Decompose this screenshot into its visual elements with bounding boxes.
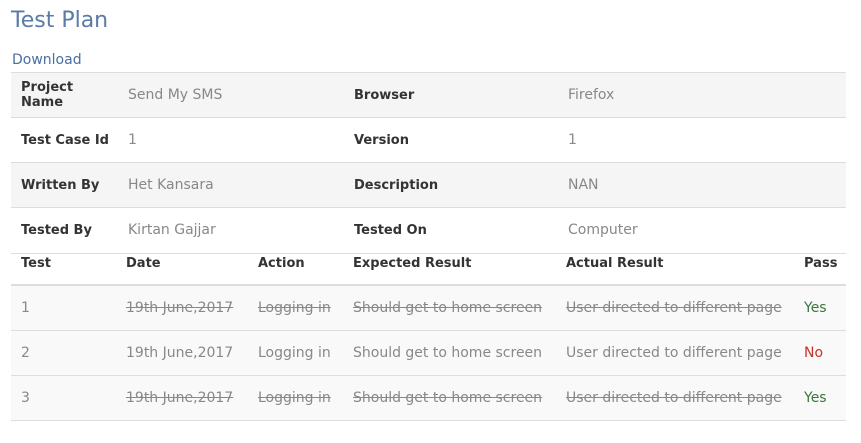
version-value: 1	[558, 117, 846, 163]
cell-date: 19th June,2017	[116, 375, 248, 421]
cell-test: 1	[11, 285, 116, 331]
cell-test: 3	[11, 375, 116, 421]
info-row: Written By Het Kansara Description NAN	[11, 162, 846, 208]
written-by-value: Het Kansara	[118, 162, 344, 208]
tested-on-label: Tested On	[344, 207, 558, 252]
cell-date: 19th June,2017	[116, 330, 248, 376]
test-case-id-label: Test Case Id	[11, 117, 118, 163]
description-value: NAN	[558, 162, 846, 208]
cell-pass: No	[794, 330, 846, 376]
header-date: Date	[116, 253, 248, 286]
table-row: 3 19th June,2017 Logging in Should get t…	[11, 375, 846, 421]
cell-action: Logging in	[248, 375, 343, 421]
cell-test: 2	[11, 330, 116, 376]
header-action: Action	[248, 253, 343, 286]
tested-by-label: Tested By	[11, 207, 118, 252]
test-case-id-value: 1	[118, 117, 344, 163]
info-row: Test Case Id 1 Version 1	[11, 117, 846, 163]
written-by-label: Written By	[11, 162, 118, 208]
cell-expected: Should get to home screen	[343, 285, 556, 331]
table-row: 1 19th June,2017 Logging in Should get t…	[11, 285, 846, 331]
header-actual-result: Actual Result	[556, 253, 794, 286]
description-label: Description	[344, 162, 558, 208]
tested-by-value: Kirtan Gajjar	[118, 207, 344, 252]
cell-pass: Yes	[794, 285, 846, 331]
browser-label: Browser	[344, 72, 558, 118]
cell-expected: Should get to home screen	[343, 375, 556, 421]
cell-actual: User directed to different page	[556, 285, 794, 331]
download-link[interactable]: Download	[12, 52, 82, 68]
version-label: Version	[344, 117, 558, 163]
table-row: 2 19th June,2017 Logging in Should get t…	[11, 330, 846, 376]
cell-actual: User directed to different page	[556, 375, 794, 421]
cell-action: Logging in	[248, 330, 343, 376]
test-info-table: Project Name Send My SMS Browser Firefox…	[11, 72, 846, 252]
info-row: Tested By Kirtan Gajjar Tested On Comput…	[11, 207, 846, 252]
cell-action: Logging in	[248, 285, 343, 331]
project-name-value: Send My SMS	[118, 72, 344, 118]
browser-value: Firefox	[558, 72, 846, 118]
project-name-label: Project Name	[11, 72, 118, 118]
header-pass: Pass	[794, 253, 846, 286]
cell-expected: Should get to home screen	[343, 330, 556, 376]
cell-actual: User directed to different page	[556, 330, 794, 376]
tested-on-value: Computer	[558, 207, 846, 252]
test-results-table: Test Date Action Expected Result Actual …	[11, 253, 846, 421]
cell-date: 19th June,2017	[116, 285, 248, 331]
header-test: Test	[11, 253, 116, 286]
results-header-row: Test Date Action Expected Result Actual …	[11, 253, 846, 286]
page-title: Test Plan	[11, 8, 109, 33]
info-row: Project Name Send My SMS Browser Firefox	[11, 72, 846, 118]
cell-pass: Yes	[794, 375, 846, 421]
header-expected-result: Expected Result	[343, 253, 556, 286]
